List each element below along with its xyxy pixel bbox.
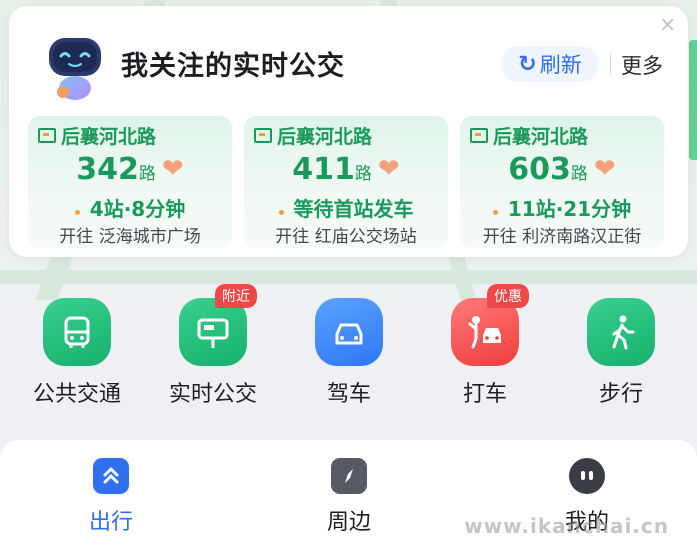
refresh-icon: ↻ [518,51,537,77]
route-suffix: 路 [570,164,588,184]
stop-header: 后襄河北路 [254,122,372,149]
route-number: 411 [292,152,355,187]
close-icon[interactable]: × [659,12,676,36]
followed-stops-list: 后襄河北路 342路 ❤ 4站·8分钟 开往 泛海城市广场 后襄河北路 411路 ❤… [28,116,674,251]
robot-mascot-icon [49,38,101,100]
shortcut-taxi[interactable]: 优惠 打车 [425,284,545,410]
bus-stop-sign-icon [254,128,272,143]
shortcut-label: 实时公交 [168,382,257,407]
tab-trip[interactable]: 出行 [51,458,171,536]
car-icon [315,298,383,366]
direction-text: 开往 红庙公交场站 [275,227,417,247]
heart-icon[interactable]: ❤ [378,154,400,184]
route-suffix: 路 [138,164,156,184]
tab-label: 出行 [88,510,133,535]
more-link[interactable]: 更多 [621,50,663,80]
bus-stop-sign-icon [38,128,56,143]
eta-text: 等待首站发车 [293,197,414,221]
profile-icon [569,458,605,494]
compass-icon [331,458,367,494]
stop-card[interactable]: 后襄河北路 603路 ❤ 11站·21分钟 开往 利济南路汉正街 [460,116,664,248]
map-route-line [689,40,697,160]
map-road [0,270,697,284]
bottom-tab-bar: 出行 周边 我的 www.ikanchai.cn [0,440,697,559]
shortcut-grid: 公共交通 附近 实时公交 驾车 优惠 打车 步行 [0,284,697,410]
stop-card[interactable]: 后襄河北路 342路 ❤ 4站·8分钟 开往 泛海城市广场 [28,116,232,248]
stop-card[interactable]: 后襄河北路 411路 ❤ 等待首站发车 开往 红庙公交场站 [244,116,448,248]
tab-nearby[interactable]: 周边 [289,458,409,536]
eta-text: 11站·21分钟 [507,197,632,221]
heart-icon[interactable]: ❤ [594,154,616,184]
bus-icon [43,298,111,366]
nearby-badge: 附近 [215,284,257,308]
eta-line: 等待首站发车 [244,193,448,222]
taxi-hail-icon [451,298,519,366]
tab-label: 周边 [326,510,371,535]
bus-stop-sign-icon [470,128,488,143]
stop-name: 后襄河北路 [277,126,373,148]
watermark-text: www.ikanchai.cn [464,514,669,538]
shortcut-walk[interactable]: 步行 [561,290,681,410]
shortcut-public-transit[interactable]: 公共交通 [17,290,137,410]
signal-dot-icon [492,210,498,215]
direction-text: 开往 泛海城市广场 [59,227,201,247]
refresh-button[interactable]: ↻ 刷新 [501,46,599,82]
card-title: 我关注的实时公交 [121,51,345,82]
refresh-label: 刷新 [539,53,582,77]
bus-stop-icon [179,298,247,366]
shortcut-label: 步行 [598,382,643,407]
walk-icon [587,298,655,366]
shortcut-label: 公共交通 [32,382,121,407]
trip-icon [93,458,129,494]
shortcut-label: 打车 [462,382,507,407]
shortcut-drive[interactable]: 驾车 [289,290,409,410]
stop-name: 后襄河北路 [61,126,157,148]
route-line: 603路 ❤ [460,152,664,187]
heart-icon[interactable]: ❤ [162,154,184,184]
route-line: 411路 ❤ [244,152,448,187]
route-number: 603 [508,152,571,187]
discount-badge: 优惠 [487,284,529,308]
shortcut-realtime-bus[interactable]: 附近 实时公交 [153,284,273,410]
eta-text: 4站·8分钟 [89,197,186,221]
shortcut-label: 驾车 [326,382,371,407]
direction-text: 开往 利济南路汉正街 [482,227,642,247]
route-line: 342路 ❤ [28,152,232,187]
route-number: 342 [76,152,139,187]
eta-line: 4站·8分钟 [28,193,232,222]
signal-dot-icon [278,210,284,215]
stop-header: 后襄河北路 [470,122,588,149]
stop-header: 后襄河北路 [38,122,156,149]
stop-name: 后襄河北路 [493,126,589,148]
eta-line: 11站·21分钟 [460,193,664,222]
realtime-bus-card: × 我关注的实时公交 ↻ 刷新 更多 后襄河北路 342路 ❤ 4站·8分钟 开… [9,6,688,257]
route-suffix: 路 [354,164,372,184]
signal-dot-icon [74,210,80,215]
divider [610,54,611,74]
